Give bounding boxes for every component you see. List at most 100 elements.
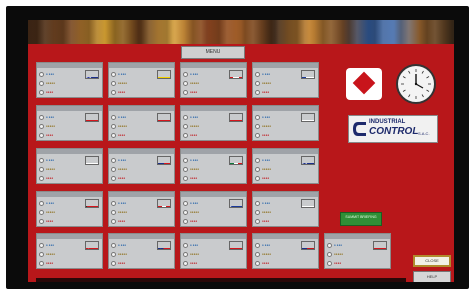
status-indicator-icon (111, 81, 116, 86)
country-status-panel[interactable]: ● ●●● ●●●●● ●●●● (180, 191, 247, 227)
country-status-panel[interactable]: ● ●●● ●●●●● ●●●● (252, 105, 319, 141)
country-status-panel[interactable]: ● ●●● ●●●●● ●●●● (108, 148, 175, 184)
status-row: ●●●●● (39, 209, 81, 216)
country-status-panel[interactable]: ● ●●● ●●●●● ●●●● (180, 105, 247, 141)
status-row: ● ●●● (327, 242, 369, 249)
status-indicator-icon (255, 210, 260, 215)
status-row: ● ●●● (255, 71, 297, 78)
china-flag-icon (85, 113, 99, 122)
green-action-button[interactable]: SUMMIT BRIEFING (340, 212, 382, 226)
status-row: ●●●●● (255, 251, 297, 258)
status-label: ● ●●● (46, 72, 55, 76)
close-button[interactable]: CLOSE (413, 255, 451, 267)
status-label: ●●●●● (262, 124, 272, 128)
australia-flag-icon (85, 70, 99, 79)
status-label: ●●●● (118, 261, 126, 265)
status-label: ●●●● (262, 261, 270, 265)
status-indicator-icon (255, 124, 260, 129)
status-row: ●●●●● (183, 80, 225, 87)
company-logo-line3: S.A.C. (418, 131, 430, 136)
status-row: ●●●●● (111, 80, 153, 87)
status-label: ● ●●● (46, 201, 55, 205)
panel-title (37, 63, 102, 68)
status-indicator-icon (183, 133, 188, 138)
status-row: ● ●●● (39, 242, 81, 249)
status-row: ●●●●● (39, 251, 81, 258)
status-indicator-icon (183, 219, 188, 224)
country-status-panel[interactable]: ● ●●● ●●●●● ●●●● (252, 62, 319, 98)
status-label: ●●●●● (190, 252, 200, 256)
status-indicator-icon (111, 252, 116, 257)
status-label: ● ●●● (190, 115, 199, 119)
country-status-panel[interactable]: ● ●●● ●●●●● ●●●● (252, 148, 319, 184)
country-status-panel[interactable]: ● ●●● ●●●●● ●●●● (180, 148, 247, 184)
country-status-panel[interactable]: ● ●●● ●●●●● ●●●● (180, 62, 247, 98)
status-indicator-icon (39, 124, 44, 129)
status-label: ●●●●● (46, 124, 56, 128)
analog-clock (396, 64, 436, 104)
panel-title (253, 234, 318, 239)
status-label: ● ●●● (118, 243, 127, 247)
menu-button[interactable]: MENU (181, 46, 245, 59)
status-row: ● ●●● (255, 157, 297, 164)
status-label: ●●●● (262, 176, 270, 180)
chinese-taipei-flag-icon (157, 241, 171, 250)
singapore-flag-icon (85, 241, 99, 250)
status-indicator-icon (255, 201, 260, 206)
help-button[interactable]: HELP (413, 271, 451, 282)
country-status-panel[interactable]: ● ●●● ●●●●● ●●●● (36, 62, 103, 98)
status-label: ●●●● (46, 219, 54, 223)
panel-title (325, 234, 390, 239)
status-row: ● ●●● (183, 242, 225, 249)
status-row: ●●●● (39, 132, 81, 139)
country-status-panel[interactable]: ● ●●● ●●●●● ●●●● (180, 233, 247, 269)
status-label: ●●●●● (46, 252, 56, 256)
country-panels-grid: ● ●●● ●●●●● ●●●● ● ●●● ●●●●● ●●●● ● ●●● ●●●●● ●●… (36, 62, 391, 274)
status-row: ●●●● (39, 260, 81, 267)
status-indicator-icon (255, 167, 260, 172)
country-status-panel[interactable]: ● ●●● ●●●●● ●●●● (36, 191, 103, 227)
status-indicator-icon (39, 72, 44, 77)
status-label: ● ●●● (262, 72, 271, 76)
monitor-bezel: MENU ● ●●● ●●●●● ●●●● ● ●●● ●●●●● ●●●● ● ●●● ●●… (6, 6, 469, 289)
panel-title (253, 192, 318, 197)
country-status-panel[interactable]: ● ●●● ●●●●● ●●●● (252, 191, 319, 227)
panel-title (181, 106, 246, 111)
country-status-panel[interactable]: ● ●●● ●●●●● ●●●● (36, 233, 103, 269)
status-indicator-icon (183, 261, 188, 266)
status-label: ●●●●● (46, 81, 56, 85)
status-row: ●●●●● (111, 209, 153, 216)
country-status-panel[interactable]: ● ●●● ●●●●● ●●●● (36, 148, 103, 184)
country-status-panel[interactable]: ● ●●● ●●●●● ●●●● (108, 191, 175, 227)
country-status-panel[interactable]: ● ●●● ●●●●● ●●●● (108, 233, 175, 269)
status-row: ●●●●● (183, 251, 225, 258)
status-indicator-icon (111, 219, 116, 224)
status-row: ● ●●● (183, 200, 225, 207)
country-status-panel[interactable]: ● ●●● ●●●●● ●●●● (36, 105, 103, 141)
status-indicator-icon (39, 167, 44, 172)
status-label: ● ●●● (262, 201, 271, 205)
status-indicator-icon (255, 158, 260, 163)
thailand-flag-icon (229, 241, 243, 250)
status-row: ●●●● (183, 175, 225, 182)
status-label: ●●●● (118, 90, 126, 94)
status-bar (36, 278, 406, 282)
status-row: ● ●●● (255, 242, 297, 249)
status-label: ●●●●● (118, 252, 128, 256)
country-status-panel[interactable]: ● ●●● ●●●●● ●●●● (108, 105, 175, 141)
status-row: ●●●● (183, 218, 225, 225)
status-indicator-icon (183, 158, 188, 163)
country-status-panel[interactable]: ● ●●● ●●●●● ●●●● (108, 62, 175, 98)
status-row: ●●●● (111, 260, 153, 267)
status-label: ●●●●● (262, 81, 272, 85)
status-row: ● ●●● (111, 114, 153, 121)
country-status-panel[interactable]: ● ●●● ●●●●● ●●●● (252, 233, 319, 269)
company-logo: INDUSTRIAL CONTROL S.A.C. (348, 115, 438, 143)
status-indicator-icon (111, 261, 116, 266)
clock-face-icon (401, 69, 431, 99)
country-status-panel[interactable]: ● ●●● ●●●●● ●●●● (324, 233, 391, 269)
status-row: ● ●●● (39, 71, 81, 78)
peru-flag-icon (157, 199, 171, 208)
status-row: ● ●●● (111, 71, 153, 78)
status-indicator-icon (183, 72, 188, 77)
